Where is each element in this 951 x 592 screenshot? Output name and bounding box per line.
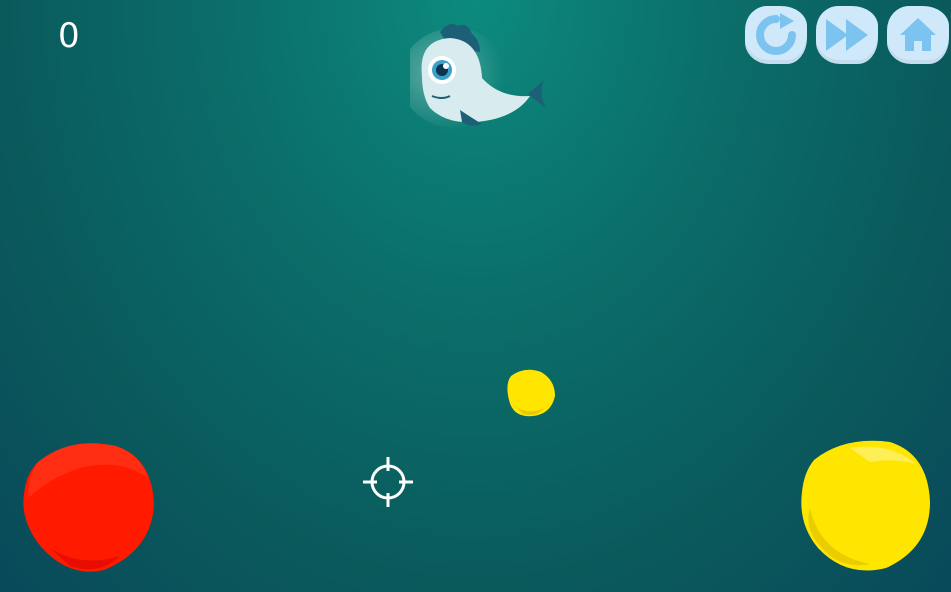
yellow-blob-small[interactable] [505, 368, 557, 418]
fast-forward-icon [826, 19, 868, 51]
fish-character[interactable] [410, 18, 550, 130]
yellow-blob-big[interactable] [800, 438, 932, 572]
crosshair-cursor [363, 457, 413, 507]
restart-icon [756, 13, 796, 55]
score-counter: 0 [58, 16, 80, 56]
home-icon [900, 18, 936, 51]
next-button[interactable] [816, 6, 878, 64]
restart-button[interactable] [745, 6, 807, 64]
home-button[interactable] [887, 6, 949, 64]
red-blob[interactable] [20, 438, 156, 574]
